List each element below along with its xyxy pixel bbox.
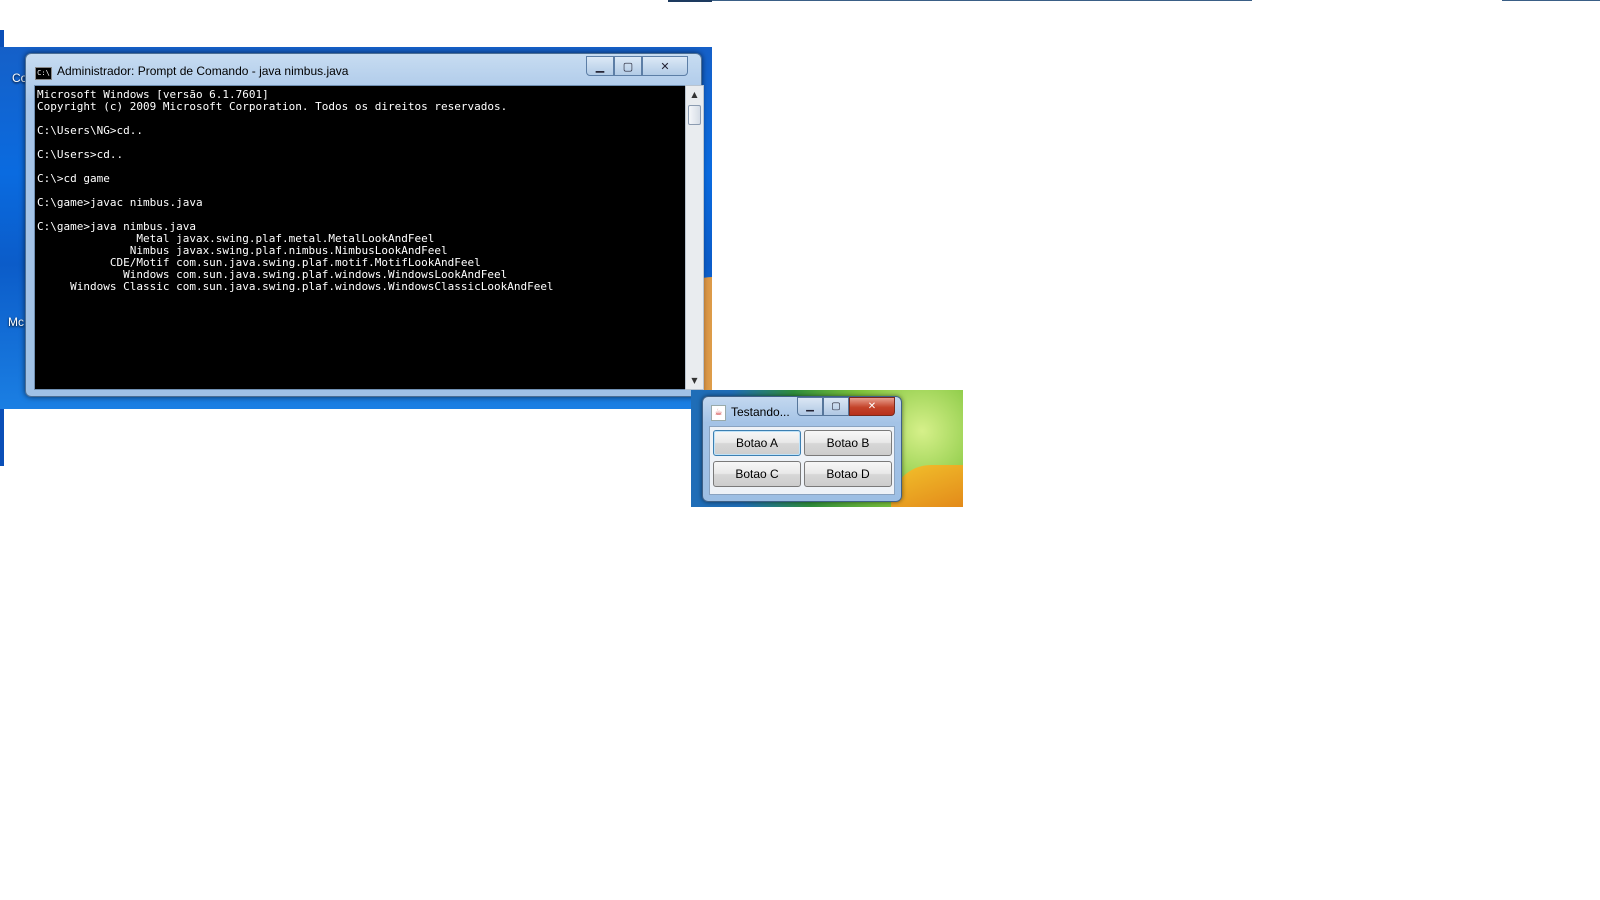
window-title: Testando...: [731, 405, 790, 419]
console-area[interactable]: Microsoft Windows [versão 6.1.7601] Copy…: [34, 85, 704, 390]
caption-buttons: ▁ ▢ ✕: [797, 397, 895, 416]
top-edge-fragment: [668, 0, 712, 2]
vertical-scrollbar[interactable]: ▲ ▼: [685, 85, 704, 390]
title-bar[interactable]: C:\ Administrador: Prompt de Comando - j…: [26, 54, 701, 84]
button-panel: Botao A Botao B Botao C Botao D: [709, 426, 895, 495]
window-title: Administrador: Prompt de Comando - java …: [57, 64, 349, 78]
java-icon[interactable]: ☕: [711, 405, 726, 421]
scroll-up-arrow-icon[interactable]: ▲: [686, 86, 703, 103]
top-edge-fragment: [1502, 0, 1600, 1]
scroll-thumb[interactable]: [688, 105, 701, 125]
minimize-button[interactable]: ▁: [797, 397, 823, 416]
scroll-down-arrow-icon[interactable]: ▼: [686, 372, 703, 389]
minimize-button[interactable]: ▁: [586, 56, 614, 76]
desktop-icon-label[interactable]: Mc: [8, 315, 24, 329]
close-button[interactable]: ✕: [849, 397, 895, 416]
botao-a-button[interactable]: Botao A: [713, 430, 801, 456]
close-button[interactable]: ✕: [642, 56, 688, 76]
botao-b-button[interactable]: Botao B: [804, 430, 892, 456]
command-prompt-window[interactable]: C:\ Administrador: Prompt de Comando - j…: [25, 53, 704, 397]
maximize-button[interactable]: ▢: [614, 56, 642, 76]
maximize-button[interactable]: ▢: [823, 397, 849, 416]
java-swing-window[interactable]: ☕ Testando... ▁ ▢ ✕ Botao A Botao B Bota…: [702, 396, 902, 502]
botao-c-button[interactable]: Botao C: [713, 461, 801, 487]
console-icon[interactable]: C:\: [35, 67, 52, 80]
top-edge-fragment: [712, 0, 1252, 1]
caption-buttons: ▁ ▢ ✕: [586, 56, 688, 76]
botao-d-button[interactable]: Botao D: [804, 461, 892, 487]
console-output[interactable]: Microsoft Windows [versão 6.1.7601] Copy…: [35, 86, 686, 296]
